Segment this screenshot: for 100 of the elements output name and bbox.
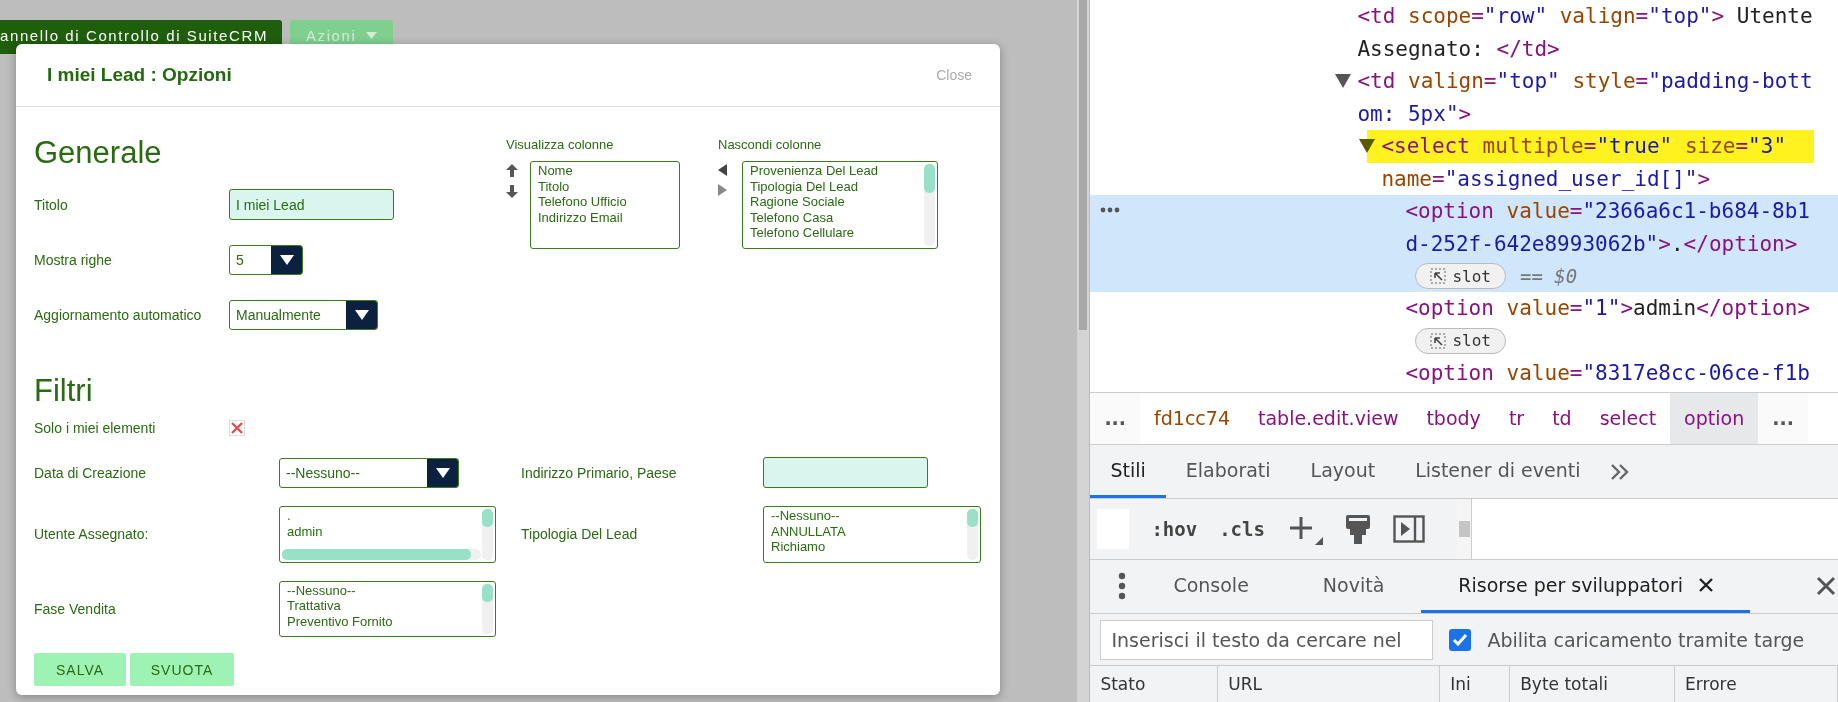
panel-tab[interactable]: Layout	[1290, 444, 1396, 499]
slot-label: slot	[1452, 266, 1491, 286]
slot-badge[interactable]: slot	[1415, 263, 1506, 289]
action-button[interactable]: SALVA	[34, 653, 126, 686]
dom-node[interactable]: <option value="8317e8cc-06ce-f1b	[1090, 356, 1838, 389]
list-option[interactable]: --Nessuno--	[771, 508, 840, 524]
breadcrumb-item[interactable]: select	[1585, 392, 1671, 444]
breadcrumb-item[interactable]: fd1cc74	[1140, 392, 1244, 444]
code-line: <option value="2366a6c1-b684-8b1	[1405, 198, 1810, 225]
field-label: Indirizzo Primario, Paese	[521, 464, 678, 481]
list-option[interactable]: Richiamo	[771, 539, 826, 555]
breadcrumb-item[interactable]: ...	[1758, 392, 1808, 444]
field-label: Data di Creazione	[34, 464, 148, 481]
dialog-title: I miei Lead : Opzioni	[47, 64, 232, 86]
dropdown[interactable]: 5	[229, 244, 303, 275]
code-line: <option value="1">admin</option>	[1405, 295, 1811, 322]
breadcrumb-item[interactable]: ...	[1090, 392, 1141, 444]
selected-node-row[interactable]: <option value="2366a6c1-b684-8b1 d-252f-642e8993062b">.</option> slot == $0	[1090, 195, 1838, 292]
code-line: <option value="8317e8cc-06ce-f1b	[1405, 359, 1810, 387]
scrollbar[interactable]	[967, 509, 978, 560]
dropdown[interactable]: --Nessuno--	[279, 457, 459, 488]
more-icon[interactable]	[1100, 207, 1121, 213]
list-option[interactable]: .	[287, 508, 291, 524]
drawer-tab[interactable]: Console	[1136, 559, 1286, 613]
toolbar-toggle[interactable]: :hov	[1151, 517, 1198, 540]
toolbar-toggle[interactable]: .cls	[1219, 517, 1265, 540]
text-field[interactable]	[763, 457, 928, 488]
text-field[interactable]: I miei Lead	[229, 189, 394, 220]
sidebar-toggle-icon[interactable]	[1392, 514, 1425, 543]
list-option[interactable]: Ragione Sociale	[750, 194, 845, 210]
column-header[interactable]: Ini	[1440, 666, 1511, 702]
close-icon[interactable]	[1699, 577, 1713, 592]
list-box[interactable]: --Nessuno-- ANNULLATA Richiamo	[763, 506, 981, 563]
code-line: om: 5px">	[1357, 100, 1472, 128]
breadcrumb-item[interactable]: tbody	[1412, 392, 1495, 444]
column-header[interactable]: Byte totali	[1510, 666, 1676, 702]
caret-icon	[366, 32, 378, 39]
right-triangle-icon[interactable]	[718, 184, 727, 196]
drawer-tab[interactable]: Novità	[1285, 559, 1422, 613]
cross-icon[interactable]	[229, 420, 245, 436]
list-option[interactable]: admin	[287, 523, 323, 539]
breadcrumb-item[interactable]: option	[1670, 392, 1759, 444]
list-box[interactable]: --Nessuno-- Trattativa Preventivo Fornito	[279, 580, 496, 637]
breadcrumb-item[interactable]: td	[1538, 392, 1586, 444]
checkbox[interactable]	[1449, 628, 1472, 651]
section-heading: Filtri	[34, 373, 94, 409]
list-option[interactable]: --Nessuno--	[287, 582, 356, 598]
up-arrow-icon[interactable]	[506, 164, 518, 177]
expand-triangle-icon[interactable]	[1335, 74, 1352, 88]
list-option[interactable]: ANNULLATA	[771, 523, 846, 539]
scrollbar[interactable]	[924, 164, 935, 246]
list-option[interactable]: Telefono Ufficio	[538, 194, 627, 210]
list-box[interactable]: Nome Titolo Telefono Ufficio Indirizzo Email	[530, 161, 680, 249]
close-icon[interactable]	[1816, 576, 1836, 597]
search-field[interactable]: Inserisci il testo da cercare nel	[1100, 619, 1434, 660]
column-header[interactable]: Stato	[1090, 666, 1219, 702]
scrollbar[interactable]	[1077, 0, 1091, 702]
code-line: <td scope="row" valign="top"> Utente	[1357, 3, 1813, 30]
panel-tab[interactable]: Listener di eventi	[1395, 444, 1601, 499]
list-option[interactable]: Preventivo Fornito	[287, 613, 393, 629]
paint-brush-icon[interactable]	[1344, 513, 1371, 544]
code-line: <td valign="top" style="padding-bott	[1357, 68, 1813, 95]
list-option[interactable]: Nome	[538, 163, 573, 179]
dropdown[interactable]: Manualmente	[229, 299, 378, 330]
menu-icon[interactable]	[1118, 572, 1127, 601]
list-box[interactable]: Provenienza Del Lead Tipologia Del Lead Ragione Sociale Telefono Casa Telefono Cellulare	[742, 161, 938, 249]
list-option[interactable]: Indirizzo Email	[538, 209, 623, 225]
scrollbar[interactable]	[482, 583, 493, 634]
breadcrumb-item[interactable]: table.edit.view	[1244, 392, 1413, 444]
column-label: Nascondi colonne	[718, 136, 823, 154]
field-label: Titolo	[34, 196, 69, 213]
scrollbar[interactable]	[1457, 499, 1472, 559]
list-option[interactable]: Tipologia Del Lead	[750, 178, 858, 194]
code-line: name="assigned_user_id[]">	[1381, 165, 1711, 193]
list-option[interactable]: Trattativa	[287, 598, 341, 614]
dom-node[interactable]: <option value="1">admin</option> slot	[1090, 292, 1838, 357]
left-triangle-icon[interactable]	[718, 164, 727, 176]
expand-triangle-icon[interactable]	[1359, 139, 1376, 153]
action-button[interactable]: SVUOTA	[130, 653, 234, 686]
panel-tab[interactable]: Elaborati	[1165, 444, 1291, 499]
reveal-icon	[1430, 268, 1447, 284]
dropdown-arrow-icon	[435, 467, 450, 478]
list-option[interactable]: Provenienza Del Lead	[750, 163, 878, 179]
list-option[interactable]: Titolo	[538, 178, 570, 194]
field-label: Utente Assegnato:	[34, 526, 150, 543]
field-label: Fase Vendita	[34, 600, 117, 617]
dom-node[interactable]: <td scope="row" valign="top"> Utente Assegnato: </td>	[1090, 0, 1838, 65]
breadcrumb-item[interactable]: tr	[1494, 392, 1539, 444]
scrollbar[interactable]	[282, 548, 481, 560]
field-label: Aggiornamento automatico	[34, 306, 203, 323]
slot-badge[interactable]: slot	[1415, 327, 1506, 354]
scrollbar[interactable]	[482, 509, 493, 560]
down-arrow-icon[interactable]	[506, 185, 518, 198]
dropdown-arrow-icon	[354, 309, 369, 320]
more-tabs-icon[interactable]	[1610, 462, 1631, 481]
list-box[interactable]: . admin	[279, 506, 496, 563]
list-option[interactable]: Telefono Cellulare	[750, 225, 855, 241]
column-header[interactable]: Errore	[1675, 666, 1838, 702]
column-header[interactable]: URL	[1218, 666, 1441, 702]
list-option[interactable]: Telefono Casa	[750, 209, 834, 225]
